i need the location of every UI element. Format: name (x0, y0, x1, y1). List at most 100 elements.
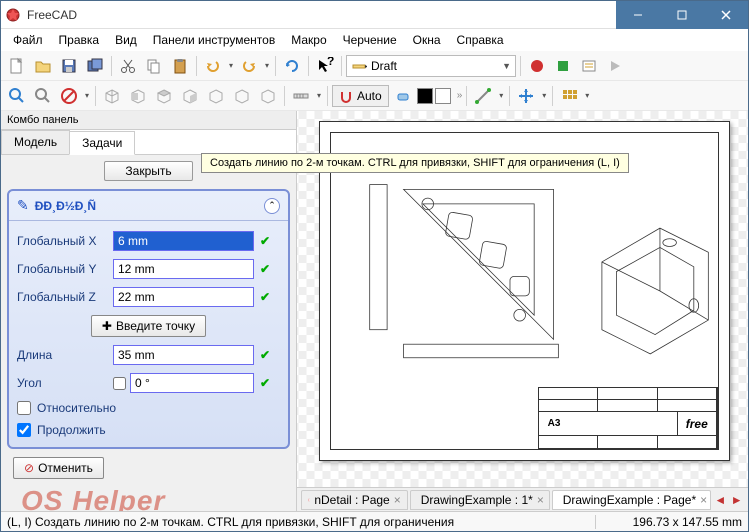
menu-view[interactable]: Вид (107, 31, 145, 49)
open-file-icon[interactable] (31, 54, 55, 78)
minimize-button[interactable] (616, 1, 660, 29)
tabs-scroll-left-icon[interactable]: ◄ (713, 493, 727, 507)
redo-icon[interactable] (237, 54, 261, 78)
cut-icon[interactable] (116, 54, 140, 78)
zoom-fit-icon[interactable] (5, 84, 29, 108)
record-macro-icon[interactable] (525, 54, 549, 78)
svg-text:?: ? (327, 57, 334, 68)
left-view-icon[interactable] (256, 84, 280, 108)
document-tabs: nDetail : Page × DrawingExample : 1* × D… (297, 487, 748, 511)
draft-icon (351, 58, 367, 74)
input-global-y[interactable] (113, 259, 254, 279)
combo-panel: Комбо панель Модель Задачи Создать линию… (1, 111, 297, 511)
workbench-selector[interactable]: Draft ▼ (346, 55, 516, 77)
macros-icon[interactable] (577, 54, 601, 78)
overflow-icon[interactable]: » (457, 90, 463, 101)
menu-toolbars[interactable]: Панели инструментов (145, 31, 283, 49)
relative-label: Относительно (37, 401, 116, 415)
view-dropdown[interactable]: ▾ (83, 91, 91, 100)
doc-tab-1[interactable]: DrawingExample : 1* × (410, 490, 550, 510)
zoom-selection-icon[interactable] (31, 84, 55, 108)
undo-icon[interactable] (201, 54, 225, 78)
close-tab-icon[interactable]: × (394, 493, 401, 507)
color-swatch-black[interactable] (417, 88, 433, 104)
relative-checkbox[interactable] (17, 401, 31, 415)
front-view-icon[interactable] (126, 84, 150, 108)
close-button[interactable] (704, 1, 748, 29)
task-title: ÐÐ¸Ð½Ð¸Ñ (35, 199, 264, 213)
close-task-button[interactable]: Закрыть (104, 161, 192, 181)
menu-edit[interactable]: Правка (51, 31, 108, 49)
top-view-icon[interactable] (152, 84, 176, 108)
check-icon: ✔ (260, 348, 280, 362)
move-dropdown[interactable]: ▾ (540, 91, 548, 100)
input-angle[interactable] (130, 373, 254, 393)
tab-tasks[interactable]: Задачи (69, 131, 135, 155)
save-icon[interactable] (57, 54, 81, 78)
play-macro-icon[interactable] (603, 54, 627, 78)
label-length: Длина (17, 348, 107, 362)
grid-dropdown[interactable]: ▾ (583, 91, 591, 100)
tab-model[interactable]: Модель (1, 130, 70, 154)
label-angle: Угол (17, 376, 107, 390)
app-icon (5, 7, 21, 23)
tabs-scroll-right-icon[interactable]: ► (730, 493, 744, 507)
close-tab-icon[interactable]: × (537, 493, 544, 507)
line-tool-icon[interactable] (471, 84, 495, 108)
bottom-view-icon[interactable] (230, 84, 254, 108)
redo-dropdown[interactable]: ▾ (263, 61, 271, 70)
input-global-z[interactable] (113, 287, 254, 307)
menu-drafting[interactable]: Черчение (335, 31, 405, 49)
rear-view-icon[interactable] (204, 84, 228, 108)
angle-lock-checkbox[interactable] (113, 377, 126, 390)
grid-icon[interactable] (557, 84, 581, 108)
statusbar: (L, I) Создать линию по 2-м точкам. CTRL… (1, 511, 748, 531)
combo-panel-header: Комбо панель (1, 111, 296, 130)
color-swatch-white[interactable] (435, 88, 451, 104)
sheet-format: A3 (539, 412, 569, 435)
input-global-x[interactable] (113, 231, 254, 251)
close-tab-icon[interactable]: × (700, 493, 707, 507)
no-view-icon[interactable] (57, 84, 81, 108)
tooltip: Создать линию по 2-м точкам. CTRL для пр… (201, 153, 629, 173)
watermark: OS Helper (21, 485, 165, 511)
iso-view-icon[interactable] (100, 84, 124, 108)
label-global-z: Глобальный Z (17, 290, 107, 304)
eraser-icon[interactable] (391, 84, 415, 108)
continue-label: Продолжить (37, 423, 106, 437)
copy-icon[interactable] (142, 54, 166, 78)
status-coords: 196.73 x 147.55 mm (602, 515, 742, 529)
refresh-icon[interactable] (280, 54, 304, 78)
collapse-icon[interactable]: ⌃ (264, 198, 280, 214)
saveas-icon[interactable] (83, 54, 107, 78)
drawing-frame: A3 free (330, 132, 719, 450)
check-icon: ✔ (260, 234, 280, 248)
move-icon[interactable] (514, 84, 538, 108)
task-header: ✎ ÐÐ¸Ð½Ð¸Ñ ⌃ (9, 191, 288, 221)
paste-icon[interactable] (168, 54, 192, 78)
label-global-y: Глобальный Y (17, 262, 107, 276)
doc-tab-2[interactable]: DrawingExample : Page* × (552, 490, 711, 510)
auto-button[interactable]: Auto (332, 85, 389, 107)
stop-macro-icon[interactable] (551, 54, 575, 78)
status-message: (L, I) Создать линию по 2-м точкам. CTRL… (7, 515, 589, 529)
doc-tab-0[interactable]: nDetail : Page × (301, 490, 408, 510)
line-dropdown[interactable]: ▾ (497, 91, 505, 100)
measure-icon[interactable] (289, 84, 313, 108)
maximize-button[interactable] (660, 1, 704, 29)
menu-help[interactable]: Справка (449, 31, 512, 49)
menu-file[interactable]: Файл (5, 31, 51, 49)
cancel-icon: ⊘ (24, 461, 34, 475)
help-cursor-icon[interactable]: ? (313, 54, 337, 78)
new-file-icon[interactable] (5, 54, 29, 78)
menu-windows[interactable]: Окна (405, 31, 449, 49)
right-view-icon[interactable] (178, 84, 202, 108)
undo-dropdown[interactable]: ▾ (227, 61, 235, 70)
task-body: Глобальный X ✔ Глобальный Y ✔ Глобальный… (9, 221, 288, 447)
continue-checkbox[interactable] (17, 423, 31, 437)
input-length[interactable] (113, 345, 254, 365)
enter-point-button[interactable]: ✚Введите точку (91, 315, 206, 337)
menu-macro[interactable]: Макро (283, 31, 334, 49)
cancel-button[interactable]: ⊘ Отменить (13, 457, 104, 479)
measure-dropdown[interactable]: ▾ (315, 91, 323, 100)
